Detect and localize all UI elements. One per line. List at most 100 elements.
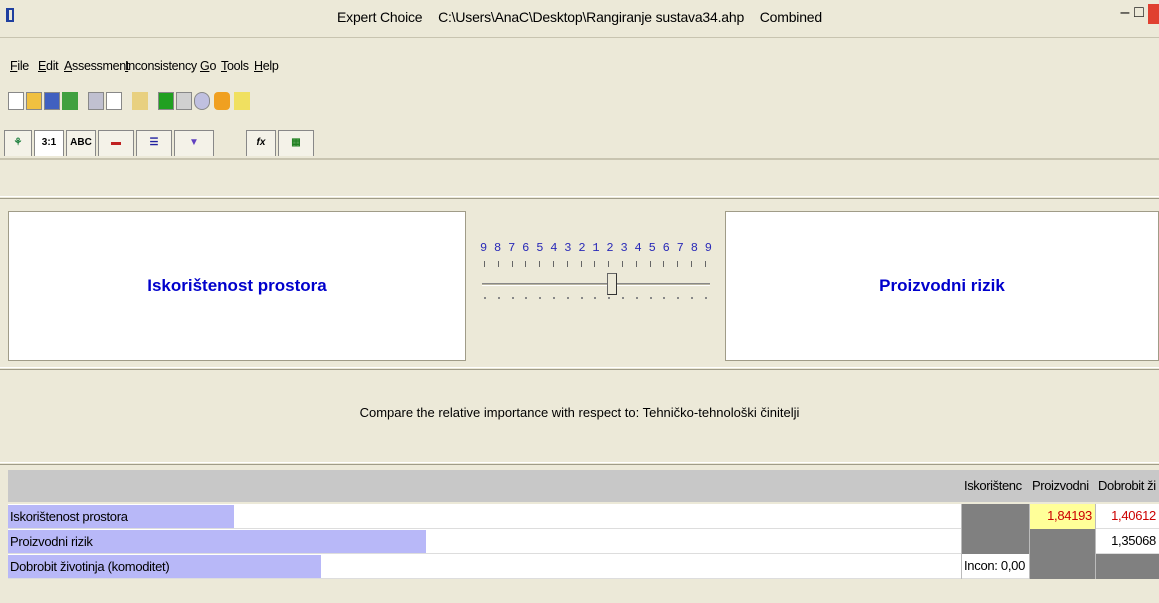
print-icon[interactable] [88, 92, 104, 110]
tab-verbal[interactable]: ABC [66, 130, 96, 156]
mode-label: Combined [759, 9, 822, 25]
close-button[interactable] [1148, 4, 1159, 24]
scale-tick [649, 261, 651, 267]
scale-num: 2 [606, 241, 614, 255]
scale-tick [608, 261, 610, 267]
grid-header: Iskorištenc Proizvodni Dobrobit ži [8, 470, 1159, 502]
menu-tools[interactable]: Tools [221, 59, 249, 73]
link-icon[interactable] [214, 92, 230, 110]
scale-dot [580, 297, 583, 299]
slider-thumb[interactable] [607, 273, 617, 295]
menu-edit[interactable]: Edit [38, 59, 59, 73]
column-header[interactable]: Iskorištenc [964, 478, 1028, 493]
right-item-label: Proizvodni rizik [879, 276, 1005, 295]
tab-bars-icon[interactable]: ▬ [98, 130, 134, 156]
open-icon[interactable] [26, 92, 42, 110]
separator [0, 367, 1159, 370]
menu-inconsistency[interactable]: Inconsistency [125, 59, 197, 73]
scale-num: 4 [550, 241, 558, 255]
table-row[interactable]: Dobrobit životinja (komoditet) Incon: 0,… [8, 554, 1159, 579]
scale-num: 7 [676, 241, 684, 255]
table-row[interactable]: Proizvodni rizik 1,35068 [8, 529, 1159, 554]
scale-dot [594, 297, 597, 299]
comparison-scale: 9 8 7 6 5 4 3 2 1 2 3 4 5 6 7 8 9 [480, 241, 712, 303]
column-header[interactable]: Dobrobit ži [1098, 478, 1159, 493]
grid-cell[interactable]: 1,40612 [1095, 504, 1159, 529]
tab-funnel-icon[interactable]: ▼ [174, 130, 214, 156]
scale-dot [497, 297, 500, 299]
left-item-label: Iskorištenost prostora [147, 276, 327, 295]
scale-num: 4 [634, 241, 642, 255]
column-header[interactable]: Proizvodni [1032, 478, 1096, 493]
refresh-icon[interactable] [194, 92, 210, 110]
grid-cell[interactable] [961, 504, 1029, 529]
grid-cell[interactable] [1029, 554, 1095, 579]
print-preview-icon[interactable] [106, 92, 122, 110]
scale-dot [484, 297, 486, 299]
tab-pairwise[interactable]: 3:1 [34, 130, 64, 156]
save-icon[interactable] [44, 92, 60, 110]
menu-bar: File Edit Assessment Inconsistency Go To… [0, 56, 1159, 80]
scale-tick [497, 261, 499, 267]
scale-dot [608, 297, 611, 299]
grid-cell[interactable] [1095, 554, 1159, 579]
row-label: Proizvodni rizik [10, 534, 93, 549]
grid-cell[interactable]: 1,35068 [1095, 529, 1159, 554]
sheet-icon[interactable] [158, 92, 174, 110]
title-bar: Expert Choice C:\Users\AnaC\Desktop\Rang… [0, 0, 1159, 38]
comparison-grid: Iskorištenc Proizvodni Dobrobit ži Iskor… [0, 470, 1159, 600]
scale-dot [691, 297, 693, 299]
grid-cell[interactable] [1029, 529, 1095, 554]
scale-dot [663, 297, 666, 299]
copy-icon[interactable] [176, 92, 192, 110]
scale-num: 9 [480, 241, 488, 255]
scale-dot [622, 297, 624, 299]
scale-dot [525, 297, 528, 299]
minimize-button[interactable]: – [1118, 4, 1132, 24]
view-tabs: ⚘ 3:1 ABC ▬ ☰ ▼ fx ▦ [0, 130, 1159, 160]
check-icon[interactable] [62, 92, 78, 110]
scale-num: 3 [620, 241, 628, 255]
separator [0, 196, 1159, 199]
tab-bars-alt-icon[interactable]: ☰ [136, 130, 172, 156]
scale-dot [704, 297, 707, 299]
scale-dot [566, 297, 569, 299]
new-icon[interactable] [8, 92, 24, 110]
scale-num: 3 [564, 241, 572, 255]
scale-num: 6 [522, 241, 530, 255]
compute-icon[interactable] [132, 92, 148, 110]
grid-cell[interactable] [961, 529, 1029, 554]
slider-line [482, 283, 710, 286]
compare-prompt: Compare the relative importance with res… [359, 405, 800, 420]
maximize-button[interactable]: □ [1132, 4, 1146, 24]
scale-tick [691, 261, 692, 267]
scale-dot [511, 297, 514, 299]
comparison-panel: Iskorištenost prostora 9 8 7 6 5 4 3 2 1… [0, 205, 1159, 365]
menu-file[interactable]: File [10, 59, 29, 73]
menu-go[interactable]: Go [200, 59, 216, 73]
menu-help[interactable]: Help [254, 59, 279, 73]
scale-dot [539, 297, 542, 299]
scale-ticks [480, 261, 712, 273]
scale-tick [622, 261, 623, 267]
separator [0, 462, 1159, 465]
scale-tick [539, 261, 541, 267]
pointer-icon[interactable] [234, 92, 250, 110]
menu-assessment[interactable]: Assessment [64, 59, 129, 73]
scale-num: 8 [690, 241, 698, 255]
scale-num: 6 [662, 241, 670, 255]
tab-formula[interactable]: fx [246, 130, 276, 156]
row-label: Dobrobit životinja (komoditet) [10, 559, 170, 574]
tab-grid-icon[interactable]: ▦ [278, 130, 314, 156]
tab-tree-icon[interactable]: ⚘ [4, 130, 32, 156]
grid-cell[interactable]: 1,84193 [1029, 504, 1095, 529]
slider-track[interactable] [480, 273, 712, 295]
scale-num: 5 [648, 241, 656, 255]
app-name: Expert Choice [337, 9, 423, 25]
scale-num: 9 [704, 241, 712, 255]
scale-tick [594, 261, 596, 267]
file-path: C:\Users\AnaC\Desktop\Rangiranje sustava… [438, 9, 745, 25]
table-row[interactable]: Iskorištenost prostora 1,84193 1,40612 [8, 504, 1159, 529]
scale-tick [484, 261, 485, 267]
scale-tick [635, 261, 637, 267]
